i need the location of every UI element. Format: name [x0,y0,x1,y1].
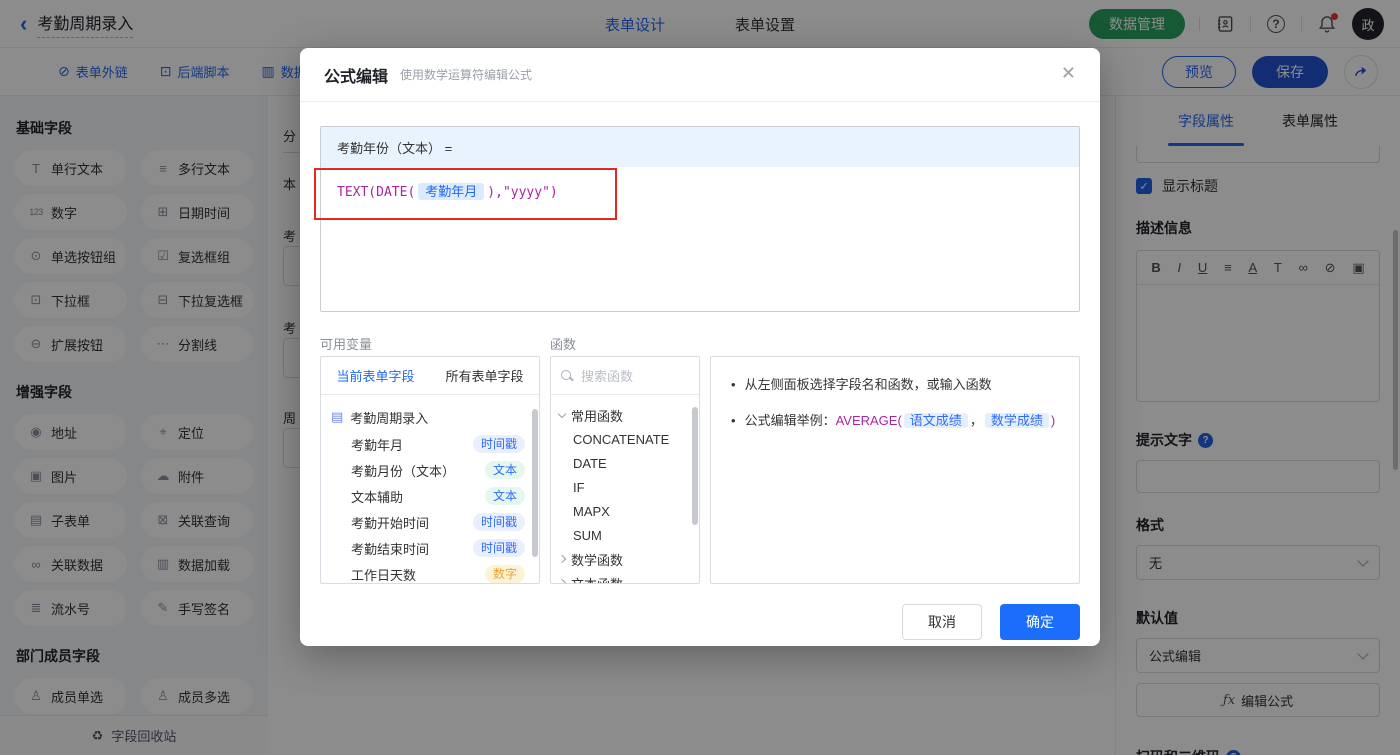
function-group-math[interactable]: 数学函数 [551,547,699,571]
tip-line-1: • 从左侧面板选择字段名和函数，或输入函数 [731,375,1059,395]
formula-code-pre: TEXT(DATE( [337,185,416,200]
functions-panel: 搜索函数 常用函数 CONCATENATE DATE IF MAPX SUM 数… [550,356,700,584]
variable-row[interactable]: 考勤开始时间 时间戳 [321,509,539,535]
bullet-icon: • [731,413,736,428]
variable-name: 文本辅助 [351,489,404,505]
variable-type-badge: 时间戳 [472,435,525,453]
modal-footer: 取消 确定 [320,604,1080,640]
search-placeholder: 搜索函数 [581,369,634,384]
function-item-concatenate[interactable]: CONCATENATE [551,427,699,451]
tips-body: • 从左侧面板选择字段名和函数，或输入函数 • 公式编辑举例：AVERAGE(语… [711,357,1079,465]
formula-field-chip[interactable]: 考勤年月 [418,183,485,200]
bullet-icon: • [731,377,736,392]
variables-tree: ▤ 考勤周期录入 考勤年月 时间戳 考勤月份（文本） 文本 文本辅助 文本 考勤… [321,395,539,583]
variable-name: 考勤开始时间 [351,515,430,531]
chevron-right-icon [557,578,567,583]
tips-panel: • 从左侧面板选择字段名和函数，或输入函数 • 公式编辑举例：AVERAGE(语… [710,356,1080,584]
variable-type-badge: 时间戳 [472,539,525,557]
tip-example: 公式编辑举例：AVERAGE(语文成绩，数学成绩) [744,411,1056,431]
chevron-right-icon [557,554,567,564]
function-group-text[interactable]: 文本函数 [551,571,699,584]
functions-label: 函数 [550,337,577,352]
variables-scrollbar[interactable] [532,409,538,557]
modal-body: 考勤年份（文本） = TEXT(DATE(考勤年月),"yyyy") 可用变量 … [300,102,1100,640]
variable-type-badge: 文本 [484,461,525,479]
formula-target: 考勤年份（文本） = [321,127,1079,167]
variable-name: 考勤年月 [351,437,404,453]
tab-all-form-fields[interactable]: 所有表单字段 [430,366,539,385]
modal-title: 公式编辑 [324,68,389,86]
function-item-mapx[interactable]: MAPX [551,499,699,523]
form-doc-icon: ▤ [331,409,344,424]
variable-name: 工作日天数 [351,567,417,583]
function-group-label: 常用函数 [571,408,624,424]
functions-tree: 常用函数 CONCATENATE DATE IF MAPX SUM 数学函数 文… [551,395,699,584]
function-search[interactable]: 搜索函数 [551,357,699,395]
formula-editor-modal: 公式编辑 使用数学运算符编辑公式 ✕ 考勤年份（文本） = TEXT(DATE(… [300,48,1100,646]
variables-label: 可用变量 [320,337,373,352]
modal-subtitle: 使用数学运算符编辑公式 [400,68,533,82]
tip-example-fn: AVERAGE( [835,413,902,428]
variable-name: 考勤月份（文本） [351,463,456,479]
variable-type-badge: 文本 [484,487,525,505]
function-item-sum[interactable]: SUM [551,523,699,547]
variable-row[interactable]: 工作日天数 数字 [321,561,539,583]
function-item-if[interactable]: IF [551,475,699,499]
formula-editor[interactable]: TEXT(DATE(考勤年月),"yyyy") [321,167,1079,311]
function-group-common[interactable]: 常用函数 [551,403,699,427]
variable-type-badge: 数字 [484,565,525,583]
variable-row[interactable]: 考勤年月 时间戳 [321,431,539,457]
tip-example-sep: ， [969,413,983,428]
tip-line-2: • 公式编辑举例：AVERAGE(语文成绩，数学成绩) [731,411,1059,431]
variables-root-label: 考勤周期录入 [350,410,429,426]
tip-example-prefix: 公式编辑举例： [744,413,836,428]
function-item-date[interactable]: DATE [551,451,699,475]
function-group-label: 文本函数 [571,576,624,584]
functions-scrollbar[interactable] [692,407,698,525]
variable-row[interactable]: 考勤月份（文本） 文本 [321,457,539,483]
variables-tabs: 当前表单字段 所有表单字段 [321,357,539,395]
confirm-button[interactable]: 确定 [1000,604,1080,640]
close-icon[interactable]: ✕ [1061,64,1076,82]
app-screen: ‹ 考勤周期录入 表单设计 表单设置 数据管理 ? 政 ⊘ 表单外链 ⊡ 后端脚… [0,0,1400,755]
variables-root[interactable]: ▤ 考勤周期录入 [321,403,539,431]
variable-name: 考勤结束时间 [351,541,430,557]
tip-text: 从左侧面板选择字段名和函数，或输入函数 [744,377,992,392]
chevron-down-icon [557,409,567,418]
variable-row[interactable]: 文本辅助 文本 [321,483,539,509]
variable-type-badge: 时间戳 [472,513,525,531]
tab-current-form-fields[interactable]: 当前表单字段 [321,366,430,385]
variables-panel: 当前表单字段 所有表单字段 ▤ 考勤周期录入 考勤年月 时间戳 考勤月份（文本）… [320,356,540,584]
modal-header: 公式编辑 使用数学运算符编辑公式 ✕ [300,48,1100,102]
formula-code-post: ),"yyyy") [487,185,558,200]
cancel-button[interactable]: 取消 [902,604,982,640]
variable-row[interactable]: 考勤结束时间 时间戳 [321,535,539,561]
panel-labels: 可用变量 函数 [320,326,1080,356]
panels-row: 当前表单字段 所有表单字段 ▤ 考勤周期录入 考勤年月 时间戳 考勤月份（文本）… [320,356,1080,584]
formula-box: 考勤年份（文本） = TEXT(DATE(考勤年月),"yyyy") [314,126,1080,312]
search-icon [561,369,573,382]
tip-example-suffix: ) [1050,413,1056,428]
tip-field-chip: 数学成绩 [984,413,1049,428]
tip-field-chip: 语文成绩 [903,413,968,428]
function-group-label: 数学函数 [571,552,624,568]
